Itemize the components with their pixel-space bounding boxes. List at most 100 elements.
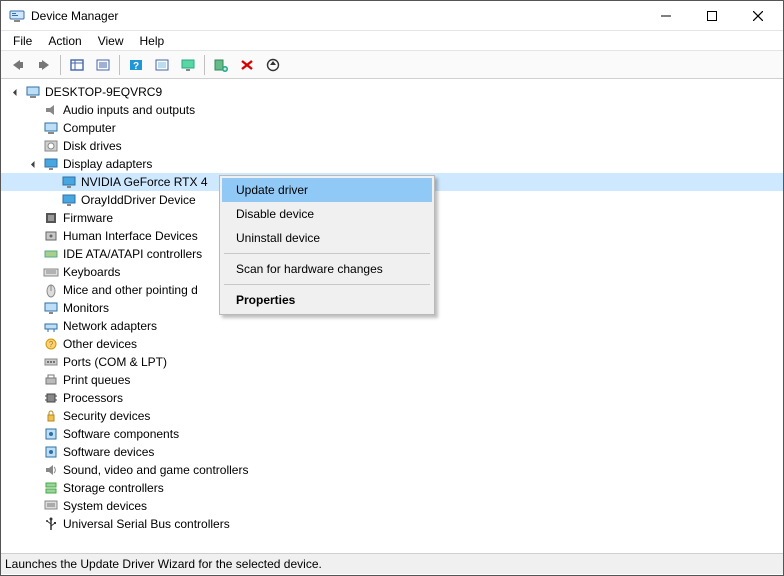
collapse-icon[interactable] xyxy=(9,85,23,99)
tree-item[interactable]: Display adapters xyxy=(1,155,783,173)
context-menu-item[interactable]: Disable device xyxy=(222,202,432,226)
toolbar-separator xyxy=(119,55,120,75)
tree-item-label: Security devices xyxy=(63,409,150,423)
display-icon xyxy=(61,174,77,190)
tree-item-label: IDE ATA/ATAPI controllers xyxy=(63,247,202,261)
tree-item-label: Ports (COM & LPT) xyxy=(63,355,167,369)
collapse-icon[interactable] xyxy=(27,157,41,171)
help-icon[interactable]: ? xyxy=(124,54,148,76)
spacer xyxy=(27,301,41,315)
back-icon[interactable] xyxy=(6,54,30,76)
tree-item[interactable]: Network adapters xyxy=(1,317,783,335)
tree-item-label: System devices xyxy=(63,499,147,513)
context-menu-item[interactable]: Properties xyxy=(222,288,432,312)
tree-item[interactable]: DESKTOP-9EQVRC9 xyxy=(1,83,783,101)
properties-icon[interactable] xyxy=(91,54,115,76)
tree-item-label: Display adapters xyxy=(63,157,152,171)
hid-icon xyxy=(43,228,59,244)
tree-item[interactable]: Universal Serial Bus controllers xyxy=(1,515,783,533)
maximize-button[interactable] xyxy=(689,1,735,31)
storage-icon xyxy=(43,480,59,496)
forward-icon[interactable] xyxy=(32,54,56,76)
context-menu: Update driverDisable deviceUninstall dev… xyxy=(219,175,435,315)
spacer xyxy=(27,481,41,495)
spacer xyxy=(27,391,41,405)
show-hidden-icon[interactable] xyxy=(65,54,89,76)
spacer xyxy=(27,265,41,279)
tree-item[interactable]: System devices xyxy=(1,497,783,515)
toolbar: ? xyxy=(1,51,783,79)
tree-item-label: DESKTOP-9EQVRC9 xyxy=(45,85,162,99)
spacer xyxy=(27,211,41,225)
menu-file[interactable]: File xyxy=(5,32,40,50)
audio-icon xyxy=(43,102,59,118)
system-icon xyxy=(43,498,59,514)
app-icon xyxy=(9,8,25,24)
printer-icon xyxy=(43,372,59,388)
display-icon xyxy=(43,156,59,172)
context-menu-separator xyxy=(224,284,430,285)
tree-item-label: Software devices xyxy=(63,445,154,459)
context-menu-item[interactable]: Uninstall device xyxy=(222,226,432,250)
spacer xyxy=(27,499,41,513)
monitor-icon[interactable] xyxy=(176,54,200,76)
titlebar: Device Manager xyxy=(1,1,783,31)
menu-action[interactable]: Action xyxy=(40,32,89,50)
tree-item[interactable]: Security devices xyxy=(1,407,783,425)
tree-item-label: Sound, video and game controllers xyxy=(63,463,248,477)
spacer xyxy=(27,103,41,117)
scan-icon[interactable] xyxy=(150,54,174,76)
keyboard-icon xyxy=(43,264,59,280)
spacer xyxy=(27,139,41,153)
minimize-button[interactable] xyxy=(643,1,689,31)
network-icon xyxy=(43,318,59,334)
device-tree[interactable]: DESKTOP-9EQVRC9 Audio inputs and outputs C… xyxy=(1,79,783,554)
tree-item[interactable]: Storage controllers xyxy=(1,479,783,497)
other-icon: ? xyxy=(43,336,59,352)
ide-icon xyxy=(43,246,59,262)
mouse-icon xyxy=(43,282,59,298)
tree-item[interactable]: Ports (COM & LPT) xyxy=(1,353,783,371)
tree-item-label: Universal Serial Bus controllers xyxy=(63,517,230,531)
close-button[interactable] xyxy=(735,1,781,31)
spacer xyxy=(27,427,41,441)
display-icon xyxy=(61,192,77,208)
tree-item[interactable]: Print queues xyxy=(1,371,783,389)
add-legacy-icon[interactable] xyxy=(209,54,233,76)
tree-item[interactable]: Sound, video and game controllers xyxy=(1,461,783,479)
tree-item-label: OrayIddDriver Device xyxy=(81,193,196,207)
tree-item[interactable]: Software devices xyxy=(1,443,783,461)
usb-icon xyxy=(43,516,59,532)
tree-item[interactable]: ?Other devices xyxy=(1,335,783,353)
tree-item-label: Human Interface Devices xyxy=(63,229,198,243)
svg-text:?: ? xyxy=(49,340,54,349)
context-menu-item[interactable]: Scan for hardware changes xyxy=(222,257,432,281)
spacer xyxy=(27,121,41,135)
tree-item[interactable]: Software components xyxy=(1,425,783,443)
computer-icon xyxy=(25,84,41,100)
uninstall-icon[interactable] xyxy=(235,54,259,76)
tree-item[interactable]: Audio inputs and outputs xyxy=(1,101,783,119)
menu-help[interactable]: Help xyxy=(132,32,173,50)
menubar: File Action View Help xyxy=(1,31,783,51)
monitor-icon xyxy=(43,300,59,316)
context-menu-item[interactable]: Update driver xyxy=(222,178,432,202)
tree-item-label: Audio inputs and outputs xyxy=(63,103,195,117)
context-menu-separator xyxy=(224,253,430,254)
menu-view[interactable]: View xyxy=(90,32,132,50)
window-title: Device Manager xyxy=(31,9,118,23)
tree-item-label: Software components xyxy=(63,427,179,441)
spacer xyxy=(27,445,41,459)
tree-item[interactable]: Computer xyxy=(1,119,783,137)
tree-item[interactable]: Processors xyxy=(1,389,783,407)
tree-item-label: Computer xyxy=(63,121,116,135)
spacer xyxy=(27,337,41,351)
spacer xyxy=(27,319,41,333)
computer-icon xyxy=(43,120,59,136)
statusbar: Launches the Update Driver Wizard for th… xyxy=(1,554,783,574)
tree-item[interactable]: Disk drives xyxy=(1,137,783,155)
security-icon xyxy=(43,408,59,424)
update-driver-icon[interactable] xyxy=(261,54,285,76)
tree-item-label: Firmware xyxy=(63,211,113,225)
disk-icon xyxy=(43,138,59,154)
